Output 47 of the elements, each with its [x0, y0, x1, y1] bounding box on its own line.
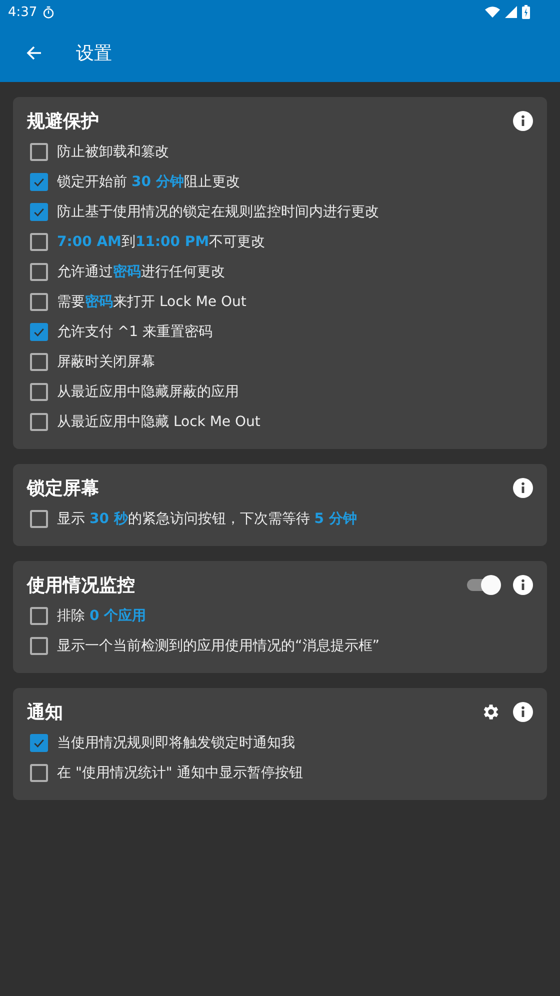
- info-icon[interactable]: [513, 111, 533, 131]
- stopwatch-icon: [42, 6, 56, 18]
- option-label: 显示 30 秒的紧急访问按钮，下次需等待 5 分钟: [57, 510, 357, 528]
- info-icon[interactable]: [513, 702, 533, 722]
- option-label: 防止基于使用情况的锁定在规则监控时间内进行更改: [57, 203, 379, 221]
- section-title: 通知: [27, 701, 63, 724]
- checkbox[interactable]: [30, 143, 48, 161]
- checkbox[interactable]: [30, 510, 48, 528]
- checkbox[interactable]: [30, 607, 48, 625]
- option-label: 从最近应用中隐藏 Lock Me Out: [57, 413, 260, 431]
- section-title: 规避保护: [27, 110, 99, 133]
- checkbox[interactable]: [30, 764, 48, 782]
- checkbox[interactable]: [30, 263, 48, 281]
- info-icon[interactable]: [513, 575, 533, 595]
- checkbox[interactable]: [30, 203, 48, 221]
- back-arrow-icon[interactable]: [26, 45, 42, 61]
- checkbox[interactable]: [30, 233, 48, 251]
- option-label: 允许支付 ^1 来重置密码: [57, 323, 213, 341]
- checkbox[interactable]: [30, 353, 48, 371]
- section-title: 锁定屏幕: [27, 477, 99, 500]
- signal-icon: [505, 6, 517, 18]
- option-label: 防止被卸载和篡改: [57, 143, 169, 161]
- status-time: 4:37: [8, 4, 38, 20]
- option-label: 显示一个当前检测到的应用使用情况的“消息提示框”: [57, 637, 380, 655]
- option-label: 屏蔽时关闭屏幕: [57, 353, 155, 371]
- option-label: 需要密码来打开 Lock Me Out: [57, 293, 246, 311]
- checkbox[interactable]: [30, 293, 48, 311]
- option-label: 排除 0 个应用: [57, 607, 146, 625]
- toggle-switch[interactable]: [467, 575, 501, 595]
- option-label: 当使用情况规则即将触发锁定时通知我: [57, 734, 295, 752]
- settings-icon[interactable]: [481, 702, 501, 722]
- page-title: 设置: [76, 42, 112, 65]
- checkbox[interactable]: [30, 413, 48, 431]
- option-label: 在 "使用情况统计" 通知中显示暂停按钮: [57, 764, 303, 782]
- battery-icon: [522, 5, 530, 19]
- wifi-icon: [485, 6, 500, 18]
- info-icon[interactable]: [513, 478, 533, 498]
- option-label: 7:00 AM到11:00 PM不可更改: [57, 233, 266, 251]
- option-label: 锁定开始前 30 分钟阻止更改: [57, 173, 240, 191]
- option-label: 从最近应用中隐藏屏蔽的应用: [57, 383, 239, 401]
- checkbox[interactable]: [30, 637, 48, 655]
- section-title: 使用情况监控: [27, 574, 135, 597]
- checkbox[interactable]: [30, 734, 48, 752]
- checkbox[interactable]: [30, 383, 48, 401]
- option-label: 允许通过密码进行任何更改: [57, 263, 225, 281]
- checkbox[interactable]: [30, 323, 48, 341]
- checkbox[interactable]: [30, 173, 48, 191]
